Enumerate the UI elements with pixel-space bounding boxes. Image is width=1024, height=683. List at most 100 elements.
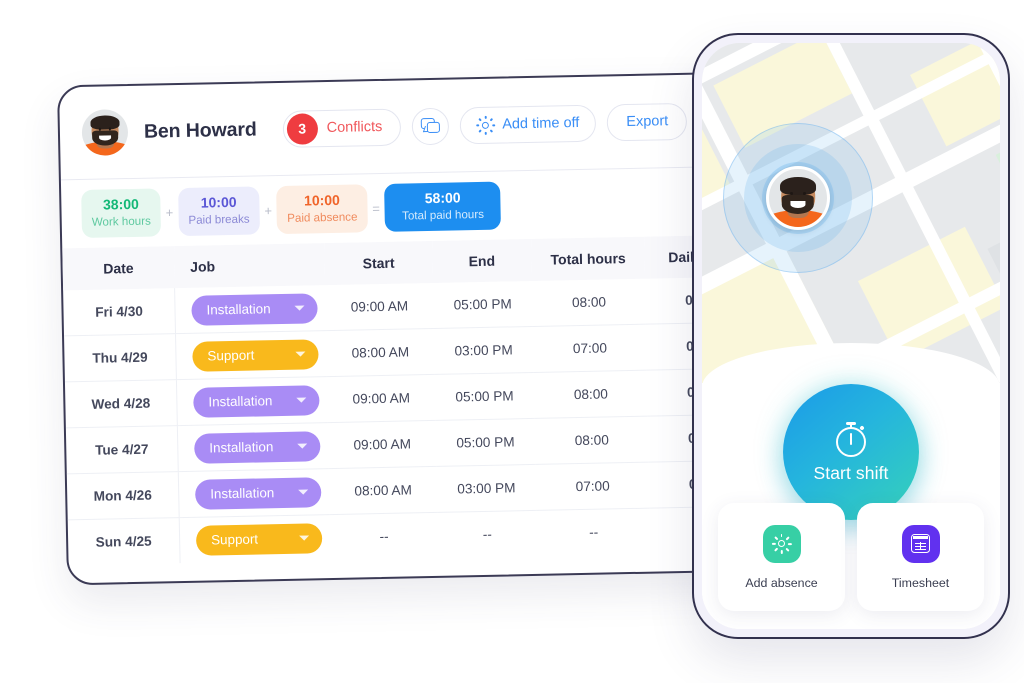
cell-date: Mon 4/26	[66, 471, 180, 520]
add-time-off-button[interactable]: Add time off	[459, 104, 597, 144]
job-pill-label: Support	[211, 531, 259, 548]
conflicts-count-badge: 3	[286, 112, 318, 145]
job-pill-dropdown[interactable]: Installation	[191, 292, 318, 326]
job-pill-dropdown[interactable]: Support	[192, 338, 319, 372]
cell-end: --	[482, 526, 492, 542]
cell-end: 03:00 PM	[436, 464, 537, 513]
cell-job: Installation	[176, 376, 329, 426]
summary-chip-total-paid-hours: 58:00 Total paid hours	[384, 181, 502, 233]
cell-end: 03:00 PM	[433, 326, 534, 375]
paid-absence-value: 10:00	[303, 191, 341, 209]
chevron-down-icon	[296, 397, 307, 403]
cell-start: 09:00 AM	[325, 282, 434, 331]
cell-date: Fri 4/30	[63, 288, 176, 336]
job-pill-label: Installation	[209, 439, 274, 456]
timesheet-table: Date Job Start End Total hours Daily tot…	[62, 234, 764, 566]
cell-job: Installation	[177, 422, 330, 472]
column-header-date: Date	[62, 246, 175, 291]
screenshot-stage: Ben Howard 3 Conflicts Add time off Expo…	[0, 0, 1024, 683]
timesheet-card[interactable]: Timesheet	[857, 503, 984, 611]
add-absence-label: Add absence	[745, 575, 818, 590]
sun-icon	[476, 115, 496, 135]
table-body: Fri 4/30 Installation 09:00 AM 05:00 PM 08:0…	[63, 276, 764, 566]
column-header-total-hours: Total hours	[530, 236, 646, 281]
chat-button[interactable]	[411, 107, 450, 145]
conflicts-button[interactable]: 3 Conflicts	[282, 108, 402, 148]
cell-total-hours: 08:00	[534, 416, 650, 465]
total-paid-hours-label: Total paid hours	[401, 208, 485, 223]
sun-icon	[762, 524, 801, 563]
job-pill-dropdown[interactable]: Installation	[194, 430, 321, 464]
column-header-end: End	[431, 238, 532, 283]
cell-job: Installation	[178, 468, 330, 518]
export-label: Export	[626, 113, 669, 131]
header-actions: 3 Conflicts Add time off Export	[282, 102, 688, 148]
cell-end: 05:00 PM	[434, 372, 535, 421]
card-header: Ben Howard 3 Conflicts Add time off Expo…	[59, 73, 757, 181]
quick-actions-row: Add absence Timesheet	[718, 503, 984, 611]
add-absence-card[interactable]: Add absence	[718, 503, 845, 611]
column-header-job: Job	[173, 243, 326, 289]
export-button[interactable]: Export	[606, 102, 688, 141]
cell-date: Tue 4/27	[65, 425, 179, 474]
paid-breaks-label: Paid breaks	[188, 212, 250, 228]
summary-operator-plus-1: +	[165, 204, 174, 220]
cell-start: 09:00 AM	[328, 420, 437, 469]
cell-start: 09:00 AM	[327, 374, 436, 423]
cell-total-hours: 07:00	[535, 462, 650, 511]
phone-screen: Start shift Add absence Timesheet	[702, 43, 1000, 629]
job-pill-label: Installation	[208, 393, 273, 410]
work-hours-value: 38:00	[102, 195, 139, 213]
chevron-down-icon	[295, 351, 306, 357]
chat-icon	[421, 117, 441, 134]
desktop-timesheet-card: Ben Howard 3 Conflicts Add time off Expo…	[56, 71, 767, 586]
paid-breaks-value: 10:00	[200, 193, 237, 211]
add-time-off-label: Add time off	[502, 114, 580, 133]
cell-start: 08:00 AM	[326, 328, 435, 377]
start-shift-button[interactable]: Start shift	[783, 384, 919, 520]
cell-total-hours: 07:00	[532, 324, 648, 373]
cell-start: 08:00 AM	[329, 466, 438, 515]
map-view[interactable]	[702, 43, 1000, 383]
conflicts-label: Conflicts	[326, 118, 383, 137]
timesheet-card-surface: Ben Howard 3 Conflicts Add time off Expo…	[56, 71, 767, 586]
avatar-face-illustration	[81, 109, 129, 156]
work-hours-label: Work hours	[91, 214, 151, 230]
mobile-phone-mockup: Start shift Add absence Timesheet	[692, 33, 1010, 639]
paid-absence-label: Paid absence	[287, 210, 358, 226]
chevron-down-icon	[298, 489, 309, 495]
chevron-down-icon	[299, 535, 310, 541]
summary-operator-equals: =	[372, 200, 381, 216]
timesheet-icon	[901, 524, 940, 563]
pin-avatar	[766, 166, 830, 230]
cell-start: --	[379, 528, 389, 545]
pin-avatar-face	[769, 169, 827, 227]
job-pill-dropdown[interactable]: Installation	[193, 384, 320, 418]
job-pill-label: Installation	[206, 301, 271, 318]
cell-end: 05:00 PM	[432, 280, 533, 329]
job-pill-dropdown[interactable]: Installation	[194, 476, 322, 510]
total-paid-hours-value: 58:00	[424, 189, 461, 206]
chevron-down-icon	[297, 443, 308, 449]
job-pill-label: Installation	[210, 485, 275, 502]
cell-job: Installation	[174, 285, 327, 334]
page-title: Ben Howard	[143, 117, 257, 143]
timesheet-label: Timesheet	[891, 575, 950, 590]
summary-chip-work-hours: 38:00 Work hours	[81, 188, 162, 239]
stopwatch-icon	[833, 420, 869, 458]
cell-date: Wed 4/28	[64, 379, 178, 428]
job-pill-dropdown[interactable]: Support	[195, 522, 323, 556]
column-header-start: Start	[324, 240, 433, 286]
job-pill-label: Support	[207, 347, 255, 364]
avatar	[81, 109, 129, 156]
summary-operator-plus-2: +	[264, 202, 273, 218]
cell-date: Sun 4/25	[67, 517, 181, 566]
cell-total-hours: 08:00	[533, 370, 649, 419]
start-shift-label: Start shift	[813, 463, 889, 483]
summary-chip-paid-absence: 10:00 Paid absence	[276, 183, 368, 235]
chevron-down-icon	[294, 305, 305, 311]
summary-chip-paid-breaks: 10:00 Paid breaks	[177, 186, 260, 237]
cell-job: Support	[179, 515, 331, 564]
cell-end: 05:00 PM	[435, 418, 536, 467]
cell-job: Support	[175, 330, 328, 380]
